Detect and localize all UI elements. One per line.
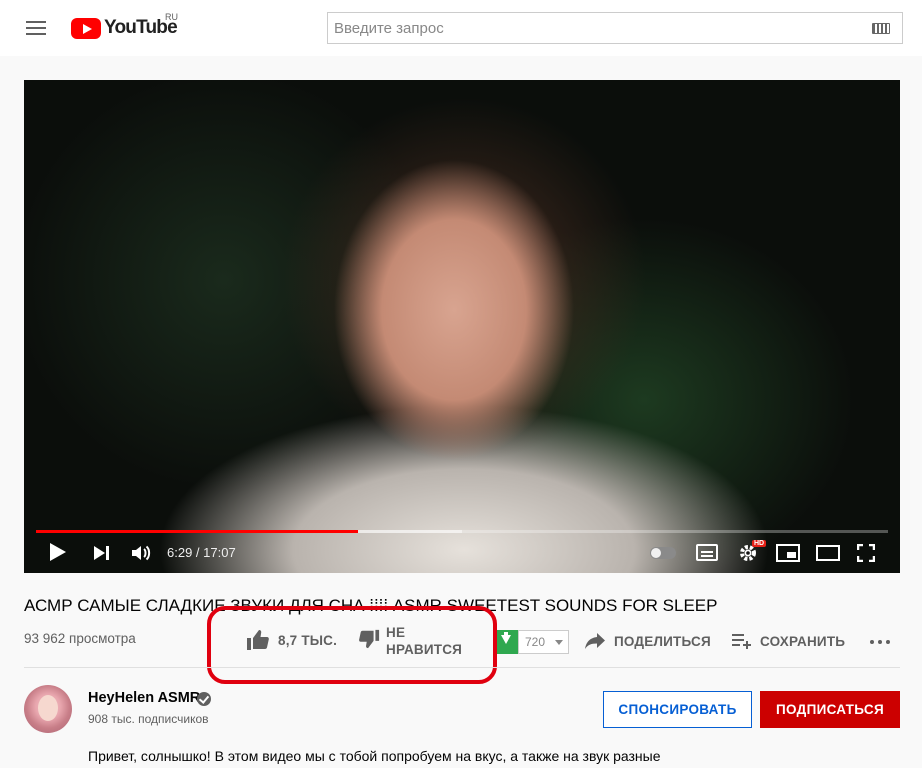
quality-select[interactable]: 720 xyxy=(518,630,569,654)
progress-bar[interactable] xyxy=(36,530,888,533)
save-button[interactable]: СОХРАНИТЬ xyxy=(732,628,845,654)
video-description: Привет, солнышко! В этом видео мы с тобо… xyxy=(88,748,661,764)
divider xyxy=(24,667,900,668)
top-bar: YouTube RU xyxy=(0,0,922,56)
share-button[interactable]: ПОДЕЛИТЬСЯ xyxy=(584,628,711,654)
keyboard-icon[interactable] xyxy=(872,23,890,34)
video-player[interactable]: 6:29 / 17:07 HD xyxy=(24,80,900,573)
channel-name[interactable]: HeyHelen ASMR xyxy=(88,690,200,706)
avatar[interactable] xyxy=(24,685,72,733)
thumb-down-icon xyxy=(359,629,380,649)
thumb-up-icon xyxy=(247,630,269,650)
dislike-label-line1: НЕ xyxy=(386,625,406,640)
subscriber-count: 908 тыс. подписчиков xyxy=(88,712,209,726)
miniplayer-icon[interactable] xyxy=(776,544,800,562)
dislike-label-line2: НРАВИТСЯ xyxy=(386,642,463,657)
search-box xyxy=(327,12,903,44)
view-count: 93 962 просмотра xyxy=(24,631,136,646)
search-input[interactable] xyxy=(328,19,848,37)
fullscreen-icon[interactable] xyxy=(856,543,876,563)
sponsor-button[interactable]: СПОНСИРОВАТЬ xyxy=(603,691,752,728)
video-frame xyxy=(24,80,900,573)
like-button[interactable]: 8,7 ТЫС. xyxy=(246,626,337,654)
share-label: ПОДЕЛИТЬСЯ xyxy=(614,633,711,649)
verified-check-icon xyxy=(197,692,211,706)
hd-badge: HD xyxy=(752,540,767,547)
playlist-add-icon xyxy=(732,634,751,649)
time-display: 6:29 / 17:07 xyxy=(167,545,236,560)
chevron-down-icon xyxy=(555,640,563,645)
autoplay-toggle[interactable] xyxy=(650,547,676,559)
logo-region: RU xyxy=(165,12,178,22)
dislike-label: НЕ НРАВИТСЯ xyxy=(386,624,462,658)
subscribe-button[interactable]: ПОДПИСАТЬСЯ xyxy=(760,691,900,728)
volume-icon[interactable] xyxy=(130,543,154,563)
subtitles-icon[interactable] xyxy=(696,544,718,561)
youtube-logo[interactable]: YouTube RU xyxy=(71,12,178,42)
youtube-play-logo-icon xyxy=(71,17,101,39)
dislike-button[interactable]: НЕ НРАВИТСЯ xyxy=(358,624,462,660)
more-actions-icon[interactable] xyxy=(870,632,890,652)
play-icon[interactable] xyxy=(50,543,66,561)
theater-mode-icon[interactable] xyxy=(816,545,840,561)
progress-fill xyxy=(36,530,359,533)
quality-value: 720 xyxy=(525,635,546,649)
video-title: АСМР САМЫЕ СЛАДКИЕ ЗВУКИ ДЛЯ СНА ⁞⁞⁞⁞ AS… xyxy=(24,596,718,615)
hamburger-menu-icon[interactable] xyxy=(24,17,48,41)
next-icon[interactable] xyxy=(94,546,110,560)
download-arrow-icon[interactable] xyxy=(494,630,518,654)
share-arrow-icon xyxy=(585,633,605,649)
save-label: СОХРАНИТЬ xyxy=(760,633,846,649)
like-count: 8,7 ТЫС. xyxy=(278,632,338,648)
